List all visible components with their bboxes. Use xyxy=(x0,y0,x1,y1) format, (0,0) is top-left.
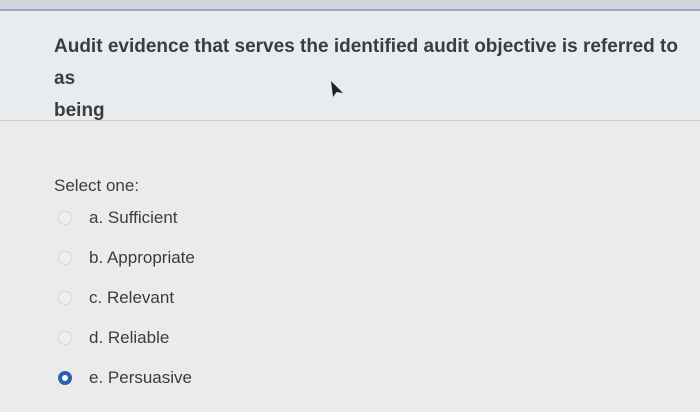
option-c-label: c. Relevant xyxy=(89,288,175,307)
option-d-label: d. Reliable xyxy=(89,328,170,347)
radio-option-c[interactable] xyxy=(58,291,72,305)
option-b-label: b. Appropriate xyxy=(89,248,195,267)
question-panel: Audit evidence that serves the identifie… xyxy=(0,11,700,121)
question-text: Audit evidence that serves the identifie… xyxy=(54,36,678,121)
option-c[interactable]: c. Relevant xyxy=(58,286,174,310)
mouse-cursor-icon xyxy=(331,81,343,97)
answer-panel: Select one: a. Sufficient b. Appropriate… xyxy=(0,121,700,412)
radio-option-a[interactable] xyxy=(58,211,72,225)
option-d[interactable]: d. Reliable xyxy=(58,326,169,350)
option-e-label: e. Persuasive xyxy=(89,368,192,387)
option-a-label: a. Sufficient xyxy=(89,208,178,227)
radio-option-b[interactable] xyxy=(58,251,72,265)
top-bar xyxy=(0,0,700,11)
radio-option-d[interactable] xyxy=(58,331,72,345)
select-one-label: Select one: xyxy=(54,176,140,195)
option-b[interactable]: b. Appropriate xyxy=(58,246,195,270)
radio-option-e[interactable] xyxy=(58,371,72,385)
option-e[interactable]: e. Persuasive xyxy=(58,366,192,390)
option-a[interactable]: a. Sufficient xyxy=(58,206,178,230)
